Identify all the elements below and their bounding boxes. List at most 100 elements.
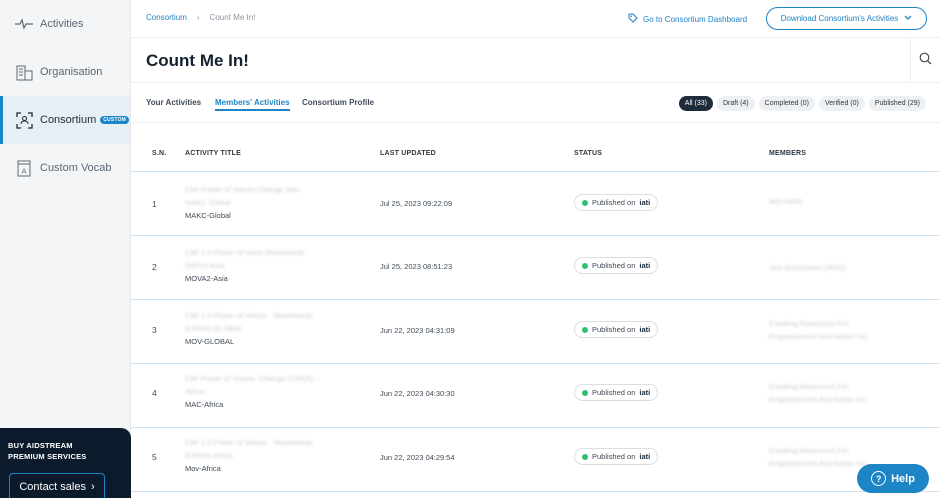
table-row[interactable]: 5 CMI 2.0 Power of Voices - Movements (C… [131,428,940,492]
activity-identifier: MAKC-Global [185,211,231,220]
status-text: Published on [592,388,636,397]
row-sn: 4 [152,388,157,398]
activity-identifier: MOV-GLOBAL [185,337,235,346]
status-text: Published on [592,325,636,334]
published-dot-icon [582,262,588,269]
download-button-label: Download Consortium's Activities [780,14,899,23]
sidebar-item-label: Custom Vocab [40,162,112,174]
dashboard-link[interactable]: Go to Consortium Dashboard [628,13,747,25]
question-mark-icon: ? [871,471,887,486]
filter-verified[interactable]: Verified (0) [819,96,865,111]
activity-title-line: mem)- Global [185,198,231,207]
sidebar-item-organisation[interactable]: Organisation [0,48,130,96]
search-icon [919,52,932,70]
row-sn: 1 [152,199,157,209]
promo-title-line1: BUY AIDSTREAM [8,441,73,450]
published-dot-icon [582,453,588,460]
vocab-book-icon: A [15,159,33,177]
status-badge: Published on iati [574,321,659,338]
published-dot-icon [582,389,588,396]
custom-badge: CUSTOM [100,116,130,124]
activity-title-line: (CREA)-GLOBAL [185,324,244,333]
last-updated: Jun 22, 2023 04:30:30 [380,389,455,398]
column-header-sn: S.N. [152,150,167,157]
table-row[interactable]: 1 CMI Power of Voices-Change (Mo- mem)- … [131,172,940,236]
filter-published[interactable]: Published (29) [868,96,926,111]
building-icon [15,63,33,81]
breadcrumb-current: Count Me In! [209,13,256,22]
status-filters: All (33) Draft (4) Completed (0) Verifie… [678,96,926,111]
tab-your-activities[interactable]: Your Activities [146,98,201,107]
search-button[interactable] [910,38,940,83]
last-updated: Jun 22, 2023 04:31:09 [380,326,455,335]
activity-title-line: CMI 2.0 Power of Voice Movements [185,248,305,257]
contact-sales-label: Contact sales [19,481,86,493]
filter-completed[interactable]: Completed (0) [758,96,815,111]
top-bar: Consortium › Count Me In! Go to Consorti… [131,0,940,38]
breadcrumb-consortium-link[interactable]: Consortium [146,13,187,22]
members-cell: Creating Resources For Empowerment And A… [769,380,909,406]
chevron-right-icon: › [90,481,95,493]
promo-title-line2: PREMIUM SERVICES [8,452,87,461]
download-activities-button[interactable]: Download Consortium's Activities [766,7,927,30]
sidebar-item-custom-vocab[interactable]: A Custom Vocab [0,144,130,192]
contact-sales-button[interactable]: Contact sales › [9,473,105,498]
status-text: Published on [592,198,636,207]
status-text: Published on [592,261,636,270]
iati-logo-icon: iati [639,261,651,270]
activity-title-cell[interactable]: CMI Power of Voices -Change (CREA) - Afr… [185,372,350,409]
sidebar-item-label: Consortium [40,114,97,126]
row-sn: 3 [152,325,157,335]
activity-identifier: MAC-Africa [185,400,224,409]
activity-title-cell[interactable]: CMI Power of Voices-Change (Mo- mem)- Gl… [185,183,350,220]
member-name-line: Creating Resources For [769,446,849,455]
tab-consortium-profile[interactable]: Consortium Profile [302,98,374,107]
breadcrumb: Consortium › Count Me In! [146,13,255,22]
activity-title-cell[interactable]: CMI 2.0 Power of Voice Movements (MOV)-A… [185,246,350,283]
published-dot-icon [582,326,588,333]
table-row[interactable]: 4 CMI Power of Voices -Change (CREA) - A… [131,364,940,428]
sidebar-item-consortium[interactable]: Consortium CUSTOM [0,96,130,144]
premium-promo: BUY AIDSTREAM PREMIUM SERVICES Contact s… [0,428,131,498]
member-name-line: Just Associates (JASS) [769,263,847,272]
activity-title-cell[interactable]: CMI 2.0 Power of Voices - Movements (CRE… [185,309,350,346]
filter-all[interactable]: All (33) [678,96,713,111]
page-title: Count Me In! [146,51,249,70]
sidebar-item-label: Organisation [40,66,103,78]
row-sn: 5 [152,452,157,462]
last-updated: Jul 25, 2023 08:51:23 [380,262,453,271]
tab-members-activities[interactable]: Members' Activities [215,98,290,111]
member-name-line: Empowerment And Action Inc. [769,395,870,404]
table-row[interactable]: 3 CMI 2.0 Power of Voices - Movements (C… [131,300,940,364]
status-badge: Published on iati [574,384,659,401]
svg-text:A: A [22,167,27,175]
sidebar: Activities Organisation Consortium CUSTO… [0,0,131,498]
member-name-line: WO-NWN [769,197,803,206]
status-badge: Published on iati [574,257,659,274]
activity-title-line: Africa [185,387,205,396]
table-row[interactable]: 2 CMI 2.0 Power of Voice Movements (MOV)… [131,236,940,300]
column-header-members: MEMBERS [769,150,807,157]
activity-identifier: MOVA2-Asia [185,274,228,283]
iati-logo-icon: iati [639,452,651,461]
activity-title-line: (MOV)-Asia [185,261,225,270]
activity-title-line: CMI 2.0 Power of Voices - Movements [185,311,313,320]
activity-identifier: Mov-Africa [185,464,221,473]
member-name-line: Empowerment And Action Inc. [769,332,870,341]
status-badge: Published on iati [574,194,659,211]
filter-draft[interactable]: Draft (4) [716,96,755,111]
activity-title-cell[interactable]: CMI 2.0 Power of Voices - Movements (CRE… [185,436,350,473]
activity-title-line: CMI 2.0 Power of Voices - Movements [185,438,313,447]
table-header: S.N. ACTIVITY TITLE LAST UPDATED STATUS … [131,124,940,172]
member-name-line: Creating Resources For [769,319,849,328]
members-cell: WO-NWN [769,195,909,208]
members-cell: Just Associates (JASS) [769,261,909,274]
status-badge: Published on iati [574,448,659,465]
member-name-line: Creating Resources For [769,382,849,391]
chevron-down-icon [904,14,912,23]
help-label: Help [891,472,915,485]
sidebar-item-activities[interactable]: Activities [0,0,130,48]
help-button[interactable]: ? Help [857,464,929,493]
last-updated: Jun 22, 2023 04:29:54 [380,453,455,462]
activity-title-line: CMI Power of Voices-Change (Mo- [185,185,301,194]
